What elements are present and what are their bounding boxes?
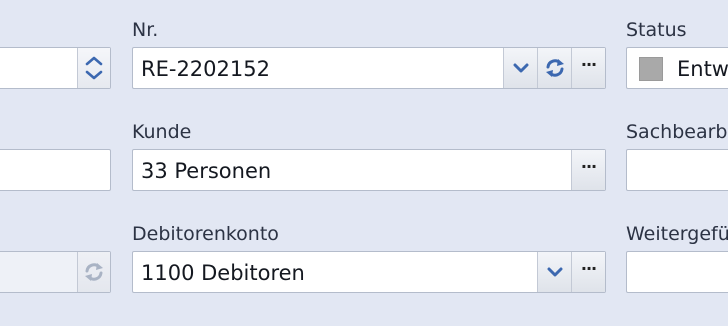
nr-value[interactable]: RE-2202152 — [141, 48, 270, 90]
status-field[interactable]: Entw — [626, 47, 728, 89]
sachbearbeiter-field[interactable] — [626, 149, 728, 191]
nr-field[interactable]: RE-2202152 ··· — [132, 47, 606, 89]
refresh-icon — [545, 59, 564, 77]
more-icon: ··· — [580, 55, 597, 74]
left-row3-field — [0, 251, 111, 293]
status-label: Status — [626, 19, 687, 41]
weitergefuehrt-field[interactable] — [626, 251, 728, 293]
debitorenkonto-field[interactable]: 1100 Debitoren ··· — [132, 251, 606, 293]
sachbearbeiter-label: Sachbearb — [626, 121, 728, 143]
nr-dropdown-button[interactable] — [503, 48, 537, 88]
debitorenkonto-dropdown-button[interactable] — [537, 252, 571, 292]
kunde-field[interactable]: 33 Personen ··· — [132, 149, 606, 191]
kunde-label: Kunde — [132, 121, 192, 143]
nr-refresh-button[interactable] — [537, 48, 571, 88]
refresh-icon — [85, 263, 103, 281]
more-icon: ··· — [580, 157, 597, 176]
left-row1-field[interactable] — [0, 47, 111, 89]
status-value: Entw — [677, 57, 728, 81]
left-row2-field[interactable] — [0, 149, 111, 191]
status-square-icon — [639, 57, 663, 81]
chevron-down-icon — [513, 63, 528, 73]
debitorenkonto-value[interactable]: 1100 Debitoren — [141, 252, 305, 294]
debitorenkonto-more-button[interactable]: ··· — [571, 252, 605, 292]
spinner-button[interactable] — [77, 48, 110, 88]
chevron-down-icon — [547, 267, 562, 277]
nr-more-button[interactable]: ··· — [571, 48, 605, 88]
kunde-value[interactable]: 33 Personen — [141, 150, 271, 192]
refresh-button-disabled — [77, 252, 110, 292]
spinner-up-down-icon — [85, 56, 103, 80]
debitorenkonto-label: Debitorenkonto — [132, 223, 279, 245]
weitergefuehrt-label: Weitergefü — [626, 223, 728, 245]
kunde-more-button[interactable]: ··· — [571, 150, 605, 190]
nr-label: Nr. — [132, 19, 159, 41]
more-icon: ··· — [580, 259, 597, 278]
